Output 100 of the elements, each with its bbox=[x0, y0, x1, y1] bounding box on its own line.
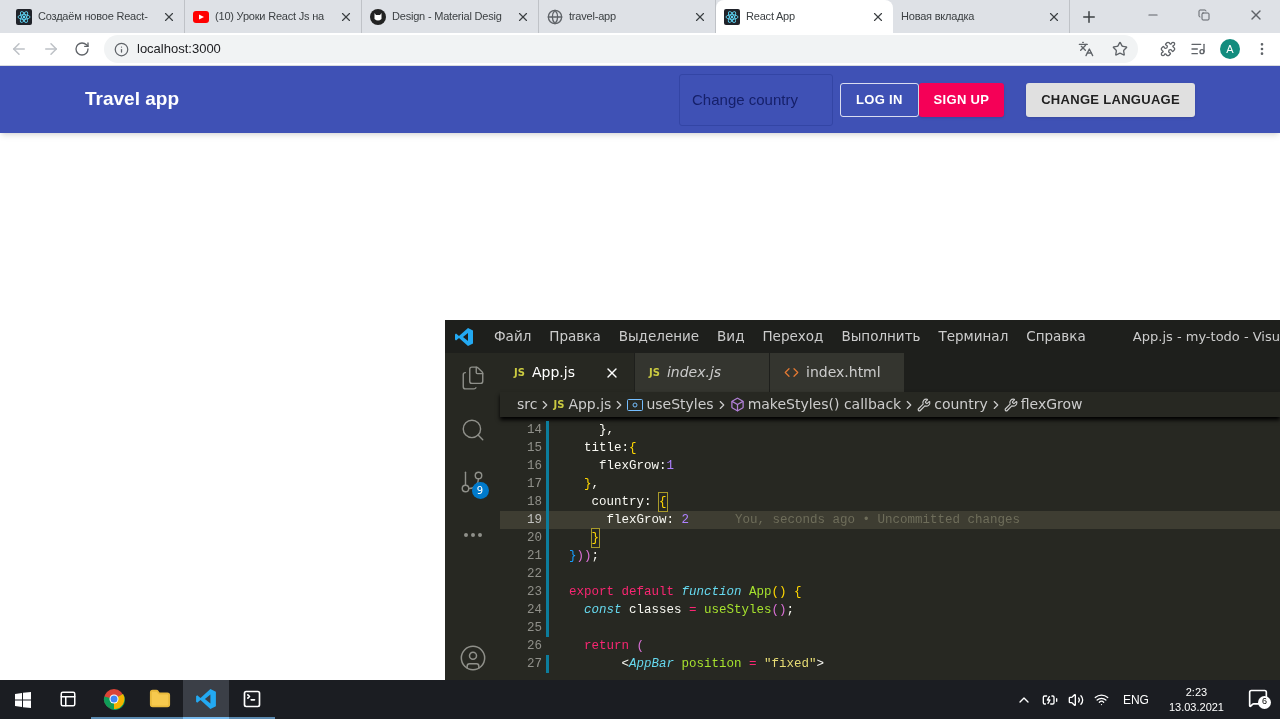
code-token: position bbox=[681, 655, 743, 673]
code-icon bbox=[784, 365, 799, 380]
app-bar-button[interactable]: SIGN UP bbox=[918, 82, 1005, 117]
line-number: 22 bbox=[526, 565, 542, 583]
terminal-icon bbox=[242, 688, 262, 709]
reload-icon[interactable] bbox=[74, 41, 90, 57]
chrome-icon bbox=[103, 687, 125, 710]
code-token: )) bbox=[576, 547, 592, 565]
wrench-icon bbox=[1003, 397, 1018, 412]
breadcrumb-item[interactable]: country bbox=[934, 394, 988, 415]
star-icon[interactable] bbox=[1112, 41, 1128, 57]
editor-tab[interactable]: JS index.js bbox=[635, 353, 770, 392]
line-number: 24 bbox=[526, 601, 542, 619]
line-number: 15 bbox=[526, 439, 542, 457]
app-bar-button[interactable]: LOG IN bbox=[840, 82, 919, 117]
file-type-label: JS bbox=[649, 366, 660, 380]
menu-item[interactable]: Переход bbox=[762, 326, 824, 347]
tab-title: React App bbox=[746, 9, 796, 25]
tab-title: Создаём новое React- bbox=[38, 9, 149, 25]
address-text: localhost:3000 bbox=[137, 40, 221, 59]
restore-icon[interactable] bbox=[1198, 9, 1210, 21]
code-token: country: bbox=[591, 493, 653, 511]
clock-time[interactable]: 2:23 bbox=[1185, 684, 1208, 700]
menu-item[interactable]: Справка bbox=[1026, 326, 1086, 347]
editor-tab[interactable]: JS App.js bbox=[500, 353, 635, 392]
code-token: , bbox=[591, 475, 600, 493]
code-token: function bbox=[681, 583, 743, 601]
app-bar-button[interactable]: CHANGE LANGUAGE bbox=[1026, 82, 1195, 117]
line-number: 19 bbox=[526, 511, 542, 529]
code-token: ; bbox=[591, 547, 600, 565]
tab-label: index.js bbox=[666, 363, 723, 382]
tab-title: Design - Material Desig bbox=[392, 9, 503, 25]
playlist-icon[interactable] bbox=[1190, 41, 1206, 57]
line-number: 16 bbox=[526, 457, 542, 475]
count-badge: 9 bbox=[471, 482, 489, 499]
line-number: 25 bbox=[526, 619, 542, 637]
code-token: export default bbox=[569, 583, 676, 601]
account-icon[interactable] bbox=[458, 644, 487, 672]
menu-item[interactable]: Выполнить bbox=[841, 326, 921, 347]
code-token: = bbox=[749, 655, 758, 673]
line-number: 17 bbox=[526, 475, 542, 493]
line-number: 26 bbox=[526, 637, 542, 655]
menu-item[interactable]: Вид bbox=[717, 326, 745, 347]
file-type-label: JS bbox=[553, 398, 565, 412]
code-token: > bbox=[816, 655, 825, 673]
line-number: 27 bbox=[526, 655, 542, 673]
line-number: 14 bbox=[526, 421, 542, 439]
source-control-button[interactable]: 9 bbox=[458, 469, 487, 497]
breadcrumb-item[interactable]: useStyles bbox=[646, 394, 714, 415]
language-indicator[interactable]: ENG bbox=[1122, 690, 1149, 709]
atom-icon bbox=[724, 8, 740, 25]
vscode-logo-icon bbox=[454, 326, 474, 347]
menu-item[interactable]: Файл bbox=[494, 326, 532, 347]
wrench-icon bbox=[917, 397, 932, 412]
code-token: title: bbox=[584, 439, 630, 457]
code-token: } bbox=[569, 547, 577, 565]
windows-logo-icon[interactable] bbox=[15, 691, 31, 708]
menu-item[interactable]: Выделение bbox=[618, 326, 700, 347]
editor-tab[interactable]: index.html bbox=[770, 353, 905, 392]
tab-title: (10) Уроки React Js на bbox=[215, 9, 325, 25]
breadcrumb-item[interactable]: src bbox=[517, 394, 538, 415]
address-bar[interactable]: localhost:3000 bbox=[104, 35, 1138, 63]
code-token: AppBar bbox=[629, 655, 676, 673]
tab-title: Новая вкладка bbox=[901, 9, 976, 25]
line-number: 18 bbox=[526, 493, 542, 511]
code-token: "fixed" bbox=[764, 655, 817, 673]
code-token: }, bbox=[599, 421, 615, 439]
code-token: } bbox=[591, 528, 600, 548]
line-number: 23 bbox=[526, 583, 542, 601]
variable-icon bbox=[627, 398, 644, 411]
avatar[interactable]: A bbox=[1220, 39, 1240, 59]
menu-item[interactable]: Терминал bbox=[938, 326, 1009, 347]
code-token: classes bbox=[629, 601, 683, 619]
line-number: 21 bbox=[526, 547, 542, 565]
translate-icon[interactable] bbox=[1078, 41, 1094, 57]
code-token: { bbox=[629, 439, 637, 457]
puzzle-icon[interactable] bbox=[1160, 41, 1176, 57]
globe-icon bbox=[547, 8, 563, 25]
code-token: ( bbox=[636, 637, 645, 655]
breadcrumb-item[interactable]: makeStyles() callback bbox=[747, 394, 902, 415]
code-token: return bbox=[584, 637, 631, 655]
code-token: flexGrow: bbox=[606, 511, 676, 529]
play-icon bbox=[193, 10, 209, 23]
breadcrumb-item[interactable]: flexGrow bbox=[1020, 394, 1083, 415]
info-icon bbox=[114, 41, 129, 57]
browser-tab[interactable]: React App bbox=[716, 0, 893, 33]
code-token: { bbox=[659, 492, 667, 512]
task-view-icon bbox=[59, 689, 77, 708]
clock-date[interactable]: 13.03.2021 bbox=[1168, 699, 1224, 715]
volume-icon[interactable] bbox=[1067, 691, 1084, 708]
notifications-button[interactable]: 6 bbox=[1248, 687, 1272, 712]
menu-item[interactable]: Правка bbox=[549, 326, 601, 347]
code-token: = bbox=[689, 601, 698, 619]
country-field[interactable]: Change country bbox=[679, 73, 833, 126]
code-token: } bbox=[584, 475, 592, 493]
code-token: App bbox=[749, 583, 772, 601]
wifi-icon[interactable] bbox=[1093, 692, 1109, 707]
cat-icon bbox=[370, 8, 386, 25]
breadcrumb-item[interactable]: App.js bbox=[568, 394, 612, 415]
tab-label: index.html bbox=[806, 363, 882, 382]
